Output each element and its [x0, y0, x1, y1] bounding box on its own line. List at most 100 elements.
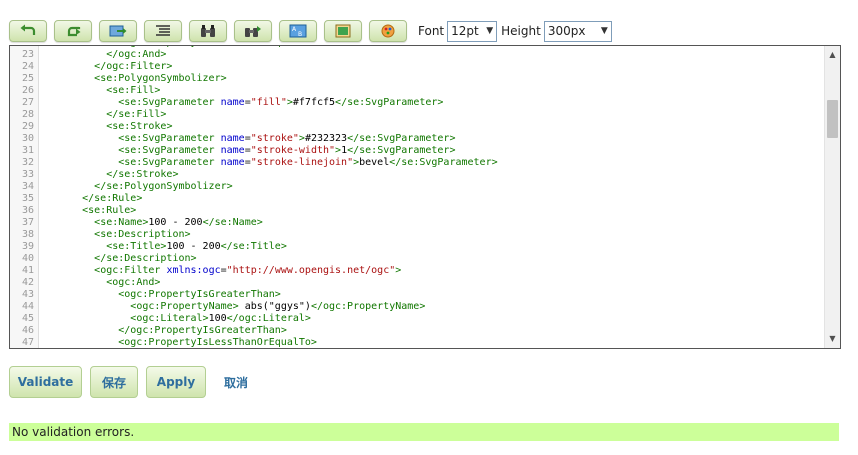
- scrollbar-thumb[interactable]: [827, 100, 838, 138]
- line-number: 40: [21, 253, 34, 264]
- redo-icon: [67, 26, 81, 37]
- line-number: 26: [21, 85, 34, 96]
- line-code: </se:Fill>: [106, 109, 167, 120]
- code-line: 34 </se:PolygonSymbolizer>: [10, 181, 825, 193]
- line-number: 32: [21, 157, 34, 168]
- line-number: 39: [21, 241, 34, 252]
- scroll-down-icon[interactable]: ▼: [825, 332, 840, 346]
- code-line: 27 <se:SvgParameter name="fill">#f7fcf5<…: [10, 97, 825, 109]
- line-code: <se:Rule>: [82, 205, 137, 216]
- line-number: 28: [21, 109, 34, 120]
- line-code: <ogc:And>: [106, 277, 161, 288]
- code-line: 32 <se:SvgParameter name="stroke-linejoi…: [10, 157, 825, 169]
- code-line: 38 <se:Description>: [10, 229, 825, 241]
- code-line: 44 <ogc:PropertyName> abs("ggys")</ogc:P…: [10, 301, 825, 313]
- color-palette-icon: [381, 24, 395, 38]
- line-code: </se:PolygonSymbolizer>: [94, 181, 233, 192]
- line-code: </ogc:And>: [106, 49, 167, 60]
- toggle-highlighting-button[interactable]: A B: [279, 20, 317, 42]
- line-code: <ogc:PropertyIsLessThanOrEqualTo>: [118, 337, 317, 348]
- undo-icon: [20, 24, 36, 35]
- code-line: 29 <se:Stroke>: [10, 121, 825, 133]
- code-line: 41 <ogc:Filter xmlns:ogc="http://www.ope…: [10, 265, 825, 277]
- code-lines: 22 <ogc:PropertyIsLessThanOrEqualTo>23 <…: [10, 46, 825, 348]
- find-replace-button[interactable]: [234, 20, 272, 42]
- font-label: Font: [418, 24, 445, 38]
- goto-line-button[interactable]: [99, 20, 137, 42]
- code-line: 40 </se:Description>: [10, 253, 825, 265]
- line-code: <se:Title>100 - 200</se:Title>: [106, 241, 287, 252]
- code-line: 37 <se:Name>100 - 200</se:Name>: [10, 217, 825, 229]
- line-code: <ogc:PropertyName> abs("ggys")</ogc:Prop…: [130, 301, 426, 312]
- line-number: 30: [21, 133, 34, 144]
- line-number: 23: [21, 49, 34, 60]
- font-size-value: 12pt: [451, 24, 479, 38]
- line-code: <se:Stroke>: [106, 121, 173, 132]
- line-code: <se:PolygonSymbolizer>: [94, 73, 227, 84]
- line-code: <se:SvgParameter name="stroke">#232323</…: [118, 133, 456, 144]
- reformat-button[interactable]: [144, 20, 182, 42]
- line-code: </ogc:Filter>: [94, 61, 173, 72]
- code-line: 42 <ogc:And>: [10, 277, 825, 289]
- line-number: 27: [21, 97, 34, 108]
- color-palette-button[interactable]: [369, 20, 407, 42]
- line-code: <ogc:Filter xmlns:ogc="http://www.opengi…: [94, 265, 402, 276]
- save-button[interactable]: 保存: [90, 366, 138, 398]
- apply-button[interactable]: Apply: [146, 366, 206, 398]
- line-code: </se:Stroke>: [106, 169, 179, 180]
- line-number: 47: [21, 337, 34, 348]
- action-bar: Validate 保存 Apply 取消: [9, 366, 248, 398]
- code-line: 26 <se:Fill>: [10, 85, 825, 97]
- code-line: 47 <ogc:PropertyIsLessThanOrEqualTo>: [10, 337, 825, 348]
- line-code: </ogc:PropertyIsGreaterThan>: [118, 325, 287, 336]
- code-line: 45 <ogc:Literal>100</ogc:Literal>: [10, 313, 825, 325]
- line-code: <se:Description>: [94, 229, 191, 240]
- goto-line-icon: [109, 25, 127, 37]
- height-select[interactable]: 300px ▼: [543, 20, 612, 42]
- line-code: <se:SvgParameter name="stroke-linejoin">…: [118, 157, 498, 168]
- vertical-scrollbar[interactable]: ▲ ▼: [824, 46, 840, 348]
- find-button[interactable]: [189, 20, 227, 42]
- chevron-down-icon: ▼: [600, 26, 608, 36]
- code-line: 31 <se:SvgParameter name="stroke-width">…: [10, 145, 825, 157]
- line-number: 42: [21, 277, 34, 288]
- code-line: 46 </ogc:PropertyIsGreaterThan>: [10, 325, 825, 337]
- toggle-highlighting-icon: A B: [289, 24, 307, 38]
- line-number: 33: [21, 169, 34, 180]
- line-number: 45: [21, 313, 34, 324]
- line-number: 37: [21, 217, 34, 228]
- line-number: 35: [21, 193, 34, 204]
- code-line: 33 </se:Stroke>: [10, 169, 825, 181]
- line-number: 46: [21, 325, 34, 336]
- fullscreen-icon: [335, 24, 351, 38]
- redo-button[interactable]: [54, 20, 92, 42]
- line-number: 31: [21, 145, 34, 156]
- reformat-icon: [156, 25, 170, 36]
- font-size-select[interactable]: 12pt ▼: [447, 20, 498, 42]
- find-icon: [201, 25, 215, 37]
- line-number: 25: [21, 73, 34, 84]
- line-code: <se:SvgParameter name="stroke-width">1</…: [118, 145, 456, 156]
- validate-button[interactable]: Validate: [9, 366, 82, 398]
- height-value: 300px: [547, 24, 586, 38]
- line-number: 24: [21, 61, 34, 72]
- scroll-up-icon[interactable]: ▲: [825, 48, 840, 62]
- undo-button[interactable]: [9, 20, 47, 42]
- fullscreen-button[interactable]: [324, 20, 362, 42]
- code-line: 23 </ogc:And>: [10, 49, 825, 61]
- line-number: 36: [21, 205, 34, 216]
- line-code: <ogc:PropertyIsGreaterThan>: [118, 289, 281, 300]
- code-line: 25 <se:PolygonSymbolizer>: [10, 73, 825, 85]
- line-number: 44: [21, 301, 34, 312]
- cancel-link[interactable]: 取消: [224, 374, 248, 391]
- svg-text:B: B: [298, 31, 302, 38]
- validation-status: No validation errors.: [9, 423, 839, 441]
- line-number: 34: [21, 181, 34, 192]
- code-line: 35 </se:Rule>: [10, 193, 825, 205]
- code-line: 36 <se:Rule>: [10, 205, 825, 217]
- code-editor[interactable]: 22 <ogc:PropertyIsLessThanOrEqualTo>23 <…: [9, 45, 841, 349]
- code-line: 30 <se:SvgParameter name="stroke">#23232…: [10, 133, 825, 145]
- find-replace-icon: [245, 26, 261, 37]
- height-label: Height: [501, 24, 541, 38]
- line-code: </se:Rule>: [82, 193, 143, 204]
